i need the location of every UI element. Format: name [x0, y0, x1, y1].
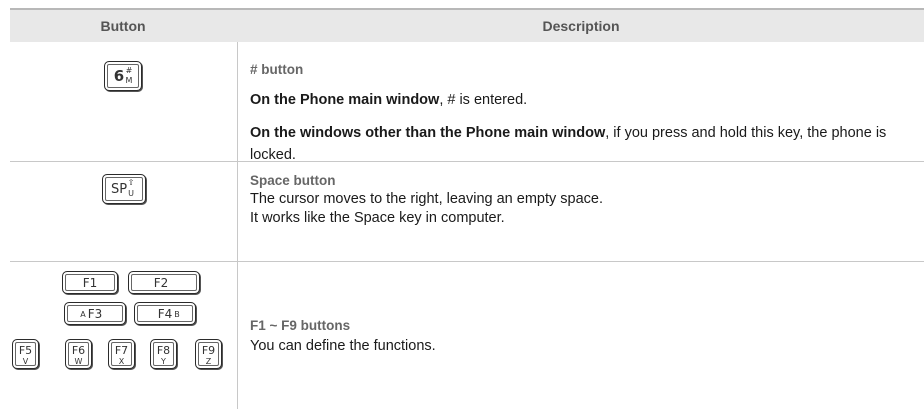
f7-key-icon: F7 X [108, 339, 135, 369]
f5-key-icon: F5 V [12, 339, 39, 369]
row-title: # button [250, 62, 304, 77]
header-description: Description [542, 18, 620, 34]
row-title: Space button [250, 173, 336, 188]
f6-key-sub: W [74, 357, 83, 366]
f1-key-label: F1 [82, 276, 98, 290]
f9-key-icon: F9 Z [195, 339, 222, 369]
space-key-upper: ⇧ [127, 178, 135, 187]
f7-key-sub: X [118, 357, 125, 366]
space-key-lower: U [128, 189, 134, 198]
hash-key-icon: 6 # M [104, 61, 142, 91]
row-line: You can define the functions. [250, 338, 436, 354]
row-hash-description: # button On the Phone main window, # is … [250, 62, 924, 166]
f4-key-icon: F4 B [134, 302, 196, 325]
f9-key-label: F9 [201, 344, 216, 357]
f8-key-icon: F8 Y [150, 339, 177, 369]
row-line: The cursor moves to the right, leaving a… [250, 191, 604, 207]
f2-key-icon: F2 [128, 271, 200, 294]
f1-key-icon: F1 [62, 271, 118, 294]
f8-key-label: F8 [156, 344, 171, 357]
hash-key-lower: M [125, 76, 133, 85]
f5-key-sub: V [22, 357, 29, 366]
row-line: It works like the Space key in computer. [250, 210, 505, 226]
f2-key-label: F2 [153, 276, 169, 290]
space-key-icon: SP ⇧ U [102, 174, 146, 204]
hash-key-upper: # [125, 66, 133, 75]
f8-key-sub: Y [161, 357, 166, 366]
f3-key-label: F3 [87, 307, 103, 321]
f7-key-label: F7 [114, 344, 129, 357]
row-fkeys-description: F1 ~ F9 buttons You can define the funct… [250, 316, 924, 356]
row-line-bold: On the windows other than the Phone main… [250, 125, 606, 141]
f9-key-sub: Z [205, 357, 212, 366]
row-line-bold: On the Phone main window [250, 92, 440, 108]
row-line: On the windows other than the Phone main… [250, 122, 924, 166]
f6-key-label: F6 [71, 344, 86, 357]
row-title: F1 ~ F9 buttons [250, 318, 351, 333]
f4-key-suffix: B [174, 310, 180, 319]
row-space-description: Space button The cursor moves to the rig… [250, 171, 924, 228]
header-button: Button [100, 18, 146, 34]
f6-key-icon: F6 W [65, 339, 92, 369]
f5-key-label: F5 [18, 344, 33, 357]
row-divider [10, 161, 924, 162]
row-line-rest: , # is entered. [439, 92, 528, 108]
column-divider [237, 42, 238, 409]
row-line: On the Phone main window, # is entered. [250, 92, 924, 108]
f3-key-icon: A F3 [64, 302, 126, 325]
row-divider [10, 261, 924, 262]
table-header: Button Description [10, 8, 924, 42]
